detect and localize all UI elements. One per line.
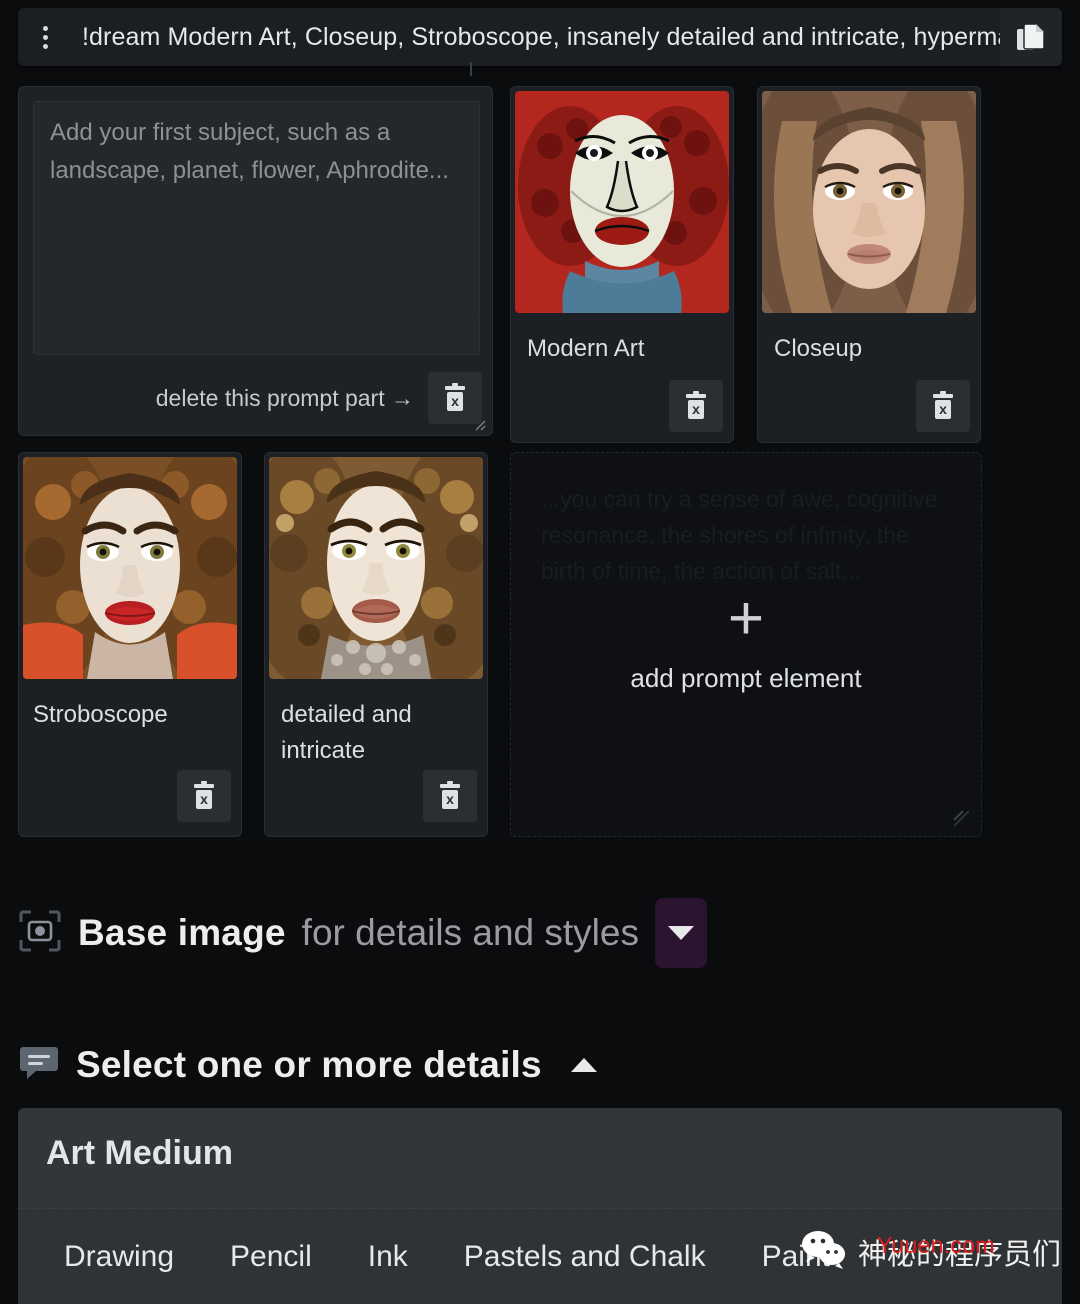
prompt-element-card[interactable]: detailed and intricate x [264,452,488,837]
prompt-element-card[interactable]: Modern Art x [510,86,734,443]
art-medium-title: Art Medium [46,1134,233,1172]
trash-x-icon[interactable]: x [177,770,231,822]
base-image-title: Base image [78,912,286,953]
copy-icon[interactable] [1000,8,1062,66]
svg-text:x: x [446,791,454,807]
app-root: !dream Modern Art, Closeup, Stroboscope,… [0,0,1080,1304]
prompt-part-subject-card: Add your first subject, such as a landsc… [18,86,493,436]
prompt-element-thumbnail [23,457,237,679]
select-details-section-header[interactable]: Select one or more details [18,1030,610,1100]
kebab-menu-icon[interactable] [18,8,72,66]
select-details-title: Select one or more details [76,1044,542,1085]
prompt-element-card[interactable]: Stroboscope x [18,452,242,837]
prompt-element-label: Closeup [774,335,863,362]
prompt-bar: !dream Modern Art, Closeup, Stroboscope,… [18,8,1062,66]
focus-frame-camera-icon [18,909,62,958]
prompt-element-label: Stroboscope [33,701,168,728]
prompt-element-card[interactable]: Closeup x [757,86,981,443]
add-prompt-element-center: + add prompt element [511,584,981,694]
prompt-bar-tick [470,62,472,76]
tab-ink[interactable]: Ink [344,1214,432,1300]
add-card-ghost-text: ...you can try a sense of awe, cognitive… [541,486,938,584]
add-prompt-element-card[interactable]: ...you can try a sense of awe, cognitive… [510,452,982,837]
svg-text:x: x [200,791,208,807]
delete-prompt-part-label: delete this prompt part → [155,384,414,411]
add-prompt-element-label: add prompt element [630,663,862,693]
tab-paint[interactable]: Paint [738,1214,854,1300]
speech-bubble-icon [18,1042,60,1089]
base-image-subtitle: for details and styles [301,912,639,953]
svg-text:x: x [692,401,700,417]
prompt-element-thumbnail [269,457,483,679]
chevron-up-icon[interactable] [558,1030,610,1100]
base-image-section-header[interactable]: Base image for details and styles [18,898,707,968]
art-medium-panel: Art Medium Drawing Pencil Ink Pastels an… [18,1108,1062,1304]
tab-drawing[interactable]: Drawing [40,1214,198,1300]
prompt-element-label: Modern Art [527,335,645,362]
tab-pencil[interactable]: Pencil [206,1214,336,1300]
prompt-element-thumbnail [762,91,976,313]
art-medium-tabs: Drawing Pencil Ink Pastels and Chalk Pai… [18,1208,1062,1304]
prompt-element-label: detailed and intricate [281,701,412,764]
subject-delete-row: delete this prompt part → x [33,371,482,425]
resize-handle-icon[interactable] [951,808,973,830]
chevron-down-icon[interactable] [654,898,707,968]
plus-icon: + [727,584,765,653]
svg-text:x: x [451,393,459,409]
tab-pastels-and-chalk[interactable]: Pastels and Chalk [440,1214,730,1300]
trash-x-icon[interactable]: x [428,372,482,424]
prompt-element-thumbnail [515,91,729,313]
prompt-text[interactable]: !dream Modern Art, Closeup, Stroboscope,… [72,23,1000,52]
svg-text:x: x [939,401,947,417]
trash-x-icon[interactable]: x [916,380,970,432]
trash-x-icon[interactable]: x [669,380,723,432]
trash-x-icon[interactable]: x [423,770,477,822]
subject-input[interactable]: Add your first subject, such as a landsc… [33,101,480,355]
